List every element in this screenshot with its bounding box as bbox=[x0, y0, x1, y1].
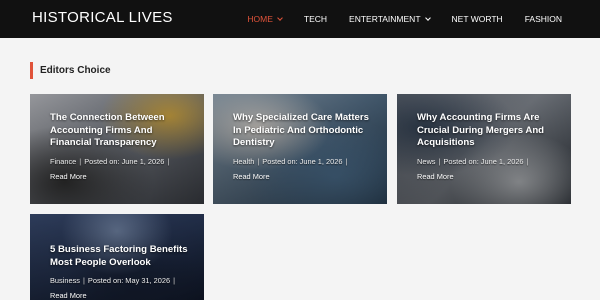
post-card-content: Why Specialized Care Matters In Pediatri… bbox=[233, 112, 375, 184]
top-navbar: HISTORICAL LIVES HOME TECH ENTERTAINMENT… bbox=[0, 0, 600, 38]
nav-item-label: FASHION bbox=[524, 14, 562, 24]
chevron-down-icon bbox=[277, 14, 283, 21]
site-logo[interactable]: HISTORICAL LIVES bbox=[32, 9, 173, 26]
post-meta: Health | Posted on: June 1, 2026 | bbox=[233, 157, 375, 166]
post-title[interactable]: Why Specialized Care Matters In Pediatri… bbox=[233, 112, 375, 150]
post-title[interactable]: 5 Business Factoring Benefits Most Peopl… bbox=[50, 244, 192, 269]
section-title: Editors Choice bbox=[30, 62, 111, 79]
meta-separator: | bbox=[79, 156, 82, 166]
post-card-content: The Connection Between Accounting Firms … bbox=[50, 112, 192, 184]
post-meta: News | Posted on: June 1, 2026 | bbox=[417, 157, 559, 166]
post-card[interactable]: Why Specialized Care Matters In Pediatri… bbox=[213, 94, 387, 204]
meta-separator: | bbox=[438, 156, 441, 166]
post-date: Posted on: May 31, 2026 bbox=[87, 276, 171, 285]
post-card-content: 5 Business Factoring Benefits Most Peopl… bbox=[50, 244, 192, 300]
meta-separator: | bbox=[526, 156, 529, 166]
meta-separator: | bbox=[167, 156, 170, 166]
main-nav: HOME TECH ENTERTAINMENT NET WORTH FASHIO… bbox=[225, 0, 562, 38]
post-category[interactable]: News bbox=[417, 157, 435, 166]
post-card[interactable]: The Connection Between Accounting Firms … bbox=[30, 94, 204, 204]
chevron-down-icon bbox=[424, 14, 431, 21]
nav-item-label: NET WORTH bbox=[451, 14, 503, 24]
post-card-content: Why Accounting Firms Are Crucial During … bbox=[417, 112, 559, 184]
post-meta: Business | Posted on: May 31, 2026 | bbox=[50, 276, 192, 285]
nav-item-label: ENTERTAINMENT bbox=[349, 14, 421, 24]
meta-separator: | bbox=[257, 156, 260, 166]
read-more-link[interactable]: Read More bbox=[233, 172, 270, 181]
nav-item-tech[interactable]: TECH bbox=[304, 14, 327, 24]
post-category[interactable]: Finance bbox=[50, 157, 76, 166]
post-card[interactable]: 5 Business Factoring Benefits Most Peopl… bbox=[30, 214, 204, 300]
post-date: Posted on: June 1, 2026 bbox=[443, 156, 524, 166]
post-title[interactable]: Why Accounting Firms Are Crucial During … bbox=[417, 112, 559, 150]
nav-item-entertainment[interactable]: ENTERTAINMENT bbox=[349, 14, 431, 24]
nav-item-label: HOME bbox=[247, 14, 273, 24]
nav-item-label: TECH bbox=[303, 14, 328, 24]
post-date: Posted on: June 1, 2026 bbox=[262, 156, 343, 166]
meta-separator: | bbox=[173, 276, 176, 285]
nav-item-home[interactable]: HOME bbox=[247, 14, 283, 24]
read-more-link[interactable]: Read More bbox=[417, 172, 454, 181]
read-more-link[interactable]: Read More bbox=[50, 172, 87, 181]
post-meta: Finance | Posted on: June 1, 2026 | bbox=[50, 157, 192, 166]
post-title[interactable]: The Connection Between Accounting Firms … bbox=[50, 112, 192, 150]
meta-separator: | bbox=[345, 156, 348, 166]
read-more-link[interactable]: Read More bbox=[50, 291, 87, 300]
post-category[interactable]: Business bbox=[50, 276, 80, 285]
nav-item-fashion[interactable]: FASHION bbox=[525, 14, 562, 24]
post-category[interactable]: Health bbox=[233, 157, 254, 166]
meta-separator: | bbox=[83, 276, 85, 285]
post-date: Posted on: June 1, 2026 bbox=[84, 156, 165, 166]
post-card[interactable]: Why Accounting Firms Are Crucial During … bbox=[397, 94, 571, 204]
nav-item-net-worth[interactable]: NET WORTH bbox=[452, 14, 503, 24]
